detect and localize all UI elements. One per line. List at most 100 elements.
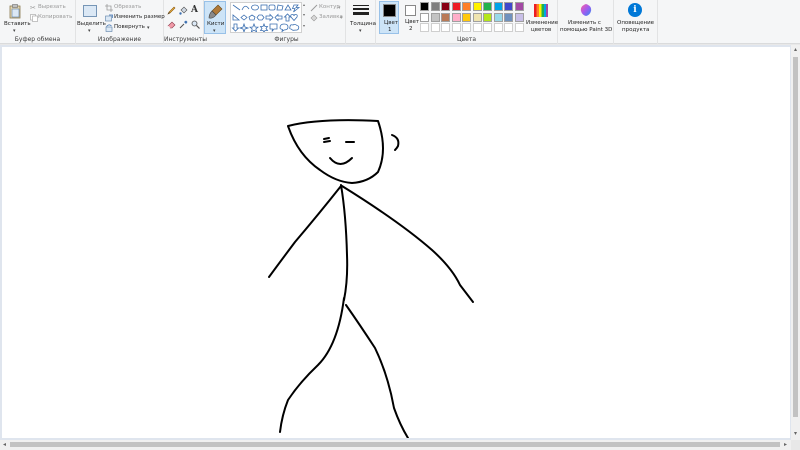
scroll-right-arrow-icon[interactable]: ▸ (781, 440, 790, 449)
palette-color-swatch[interactable] (472, 2, 482, 11)
chevron-down-icon: ▾ (338, 5, 341, 11)
color-palette (420, 2, 528, 34)
vertical-scrollbar[interactable]: ▴ ▾ (791, 45, 800, 440)
shapes-group: ▴ ▾ ▾ Контур ▾ Заливка ▾ Фигуры (228, 0, 346, 44)
figure-left-eye (323, 137, 331, 143)
shapes-gallery-icons (231, 4, 301, 34)
four-point-star-shape-icon (238, 22, 250, 34)
palette-color-swatch[interactable] (441, 12, 450, 22)
chevron-down-icon: ▾ (213, 28, 216, 34)
magnifier-icon[interactable] (191, 20, 200, 29)
resize-icon (105, 14, 113, 22)
chevron-down-icon: ▾ (340, 15, 343, 21)
edit-colors-button[interactable]: Изменение цветов (526, 2, 558, 34)
palette-color-swatch[interactable] (441, 2, 450, 11)
color1-button[interactable]: Цвет 1 (379, 1, 399, 34)
image-group: Выделить ▾ Обрезать Изменить размер Пове… (76, 0, 165, 44)
tools-group: A Инструменты (164, 0, 207, 44)
copy-label: Копировать (38, 14, 73, 20)
info-icon: i (628, 3, 642, 17)
right-arrow-shape-icon (265, 13, 274, 22)
palette-color-swatch[interactable] (420, 12, 429, 22)
oval-callout-shape-icon (279, 23, 289, 33)
palette-color-swatch[interactable] (420, 2, 429, 11)
brushes-button[interactable]: Кисти ▾ (204, 1, 226, 34)
figure-right-leg (345, 304, 409, 439)
palette-color-swatch[interactable] (451, 12, 461, 22)
palette-color-swatch[interactable] (462, 12, 471, 22)
pentagon-shape-icon (248, 14, 256, 21)
expand-gallery-icon[interactable]: ▾ (303, 23, 305, 28)
custom-color-slot[interactable] (441, 23, 450, 32)
vertical-scroll-thumb[interactable] (793, 57, 798, 417)
custom-color-slot[interactable] (514, 23, 524, 32)
size-label: Толщина (350, 21, 376, 27)
scroll-up-icon[interactable]: ▴ (303, 2, 305, 7)
color1-label: Цвет (384, 20, 399, 26)
colors-group-label: Цвета (456, 36, 477, 43)
palette-color-swatch[interactable] (483, 2, 492, 11)
palette-color-swatch[interactable] (504, 2, 513, 11)
palette-color-swatch[interactable] (514, 12, 524, 22)
palette-color-swatch[interactable] (493, 12, 503, 22)
select-button[interactable]: Выделить ▾ (77, 2, 106, 34)
color2-button[interactable]: Цвет 2 (401, 1, 421, 34)
shapes-gallery (230, 2, 302, 34)
custom-color-slot[interactable] (504, 23, 513, 32)
curve-shape-icon (241, 5, 250, 11)
scissors-icon: ✂ (30, 4, 36, 12)
palette-color-swatch[interactable] (493, 2, 503, 11)
paint3d-button[interactable]: Изменить с помощью Paint 3D (560, 2, 612, 34)
custom-color-slot[interactable] (430, 23, 440, 32)
horizontal-scroll-thumb[interactable] (10, 442, 780, 447)
eraser-icon[interactable] (167, 20, 176, 29)
oval-shape-icon (251, 4, 259, 11)
image-group-label: Изображение (97, 36, 142, 43)
palette-color-swatch[interactable] (472, 12, 482, 22)
scroll-down-arrow-icon[interactable]: ▾ (791, 429, 800, 438)
stick-figure-drawing (268, 119, 474, 439)
custom-color-slot[interactable] (483, 23, 492, 32)
pencil-icon[interactable] (167, 6, 176, 15)
scroll-left-arrow-icon[interactable]: ◂ (0, 440, 9, 449)
horizontal-scrollbar[interactable]: ◂ ▸ (0, 440, 791, 450)
palette-color-swatch[interactable] (483, 12, 492, 22)
product-alert-button[interactable]: i Оповещение продукта (616, 2, 656, 34)
paste-button[interactable]: Вставить ▾ (2, 2, 31, 34)
figure-ear (391, 134, 400, 151)
crop-icon (105, 4, 113, 12)
custom-color-slot[interactable] (472, 23, 482, 32)
custom-color-slot[interactable] (462, 23, 471, 32)
color-picker-icon[interactable] (179, 20, 188, 29)
custom-color-slot[interactable] (451, 23, 461, 32)
color2-swatch (405, 5, 416, 16)
product-alert-label-2: продукта (622, 27, 650, 33)
color1-swatch (383, 4, 396, 17)
shapes-group-label: Фигуры (274, 36, 299, 43)
palette-color-swatch[interactable] (430, 12, 440, 22)
custom-color-slot[interactable] (493, 23, 503, 32)
polygon-shape-icon (276, 4, 284, 11)
scroll-down-icon[interactable]: ▾ (303, 12, 305, 17)
shapes-scroll[interactable]: ▴ ▾ ▾ (303, 2, 308, 33)
palette-color-swatch[interactable] (430, 2, 440, 11)
copy-icon (30, 14, 38, 22)
color1-number: 1 (388, 27, 392, 33)
paint3d-group: Изменить с помощью Paint 3D (558, 0, 614, 44)
chevron-down-icon: ▾ (359, 28, 362, 34)
figure-head (287, 119, 384, 184)
fill-icon[interactable] (179, 6, 188, 15)
palette-color-swatch[interactable] (504, 12, 513, 22)
scroll-up-arrow-icon[interactable]: ▴ (791, 45, 800, 54)
custom-color-slot[interactable] (420, 23, 429, 32)
drawing-canvas[interactable] (2, 47, 790, 439)
edit-colors-label-2: цветов (531, 27, 552, 33)
size-button[interactable]: Толщина ▾ (348, 2, 376, 34)
palette-color-swatch[interactable] (462, 2, 471, 11)
outline-icon (310, 4, 318, 12)
cloud-callout-shape-icon (289, 23, 300, 31)
palette-color-swatch[interactable] (451, 2, 461, 11)
palette-color-swatch[interactable] (514, 2, 524, 11)
color2-label: Цвет (405, 19, 420, 25)
text-icon[interactable]: A (191, 5, 198, 15)
